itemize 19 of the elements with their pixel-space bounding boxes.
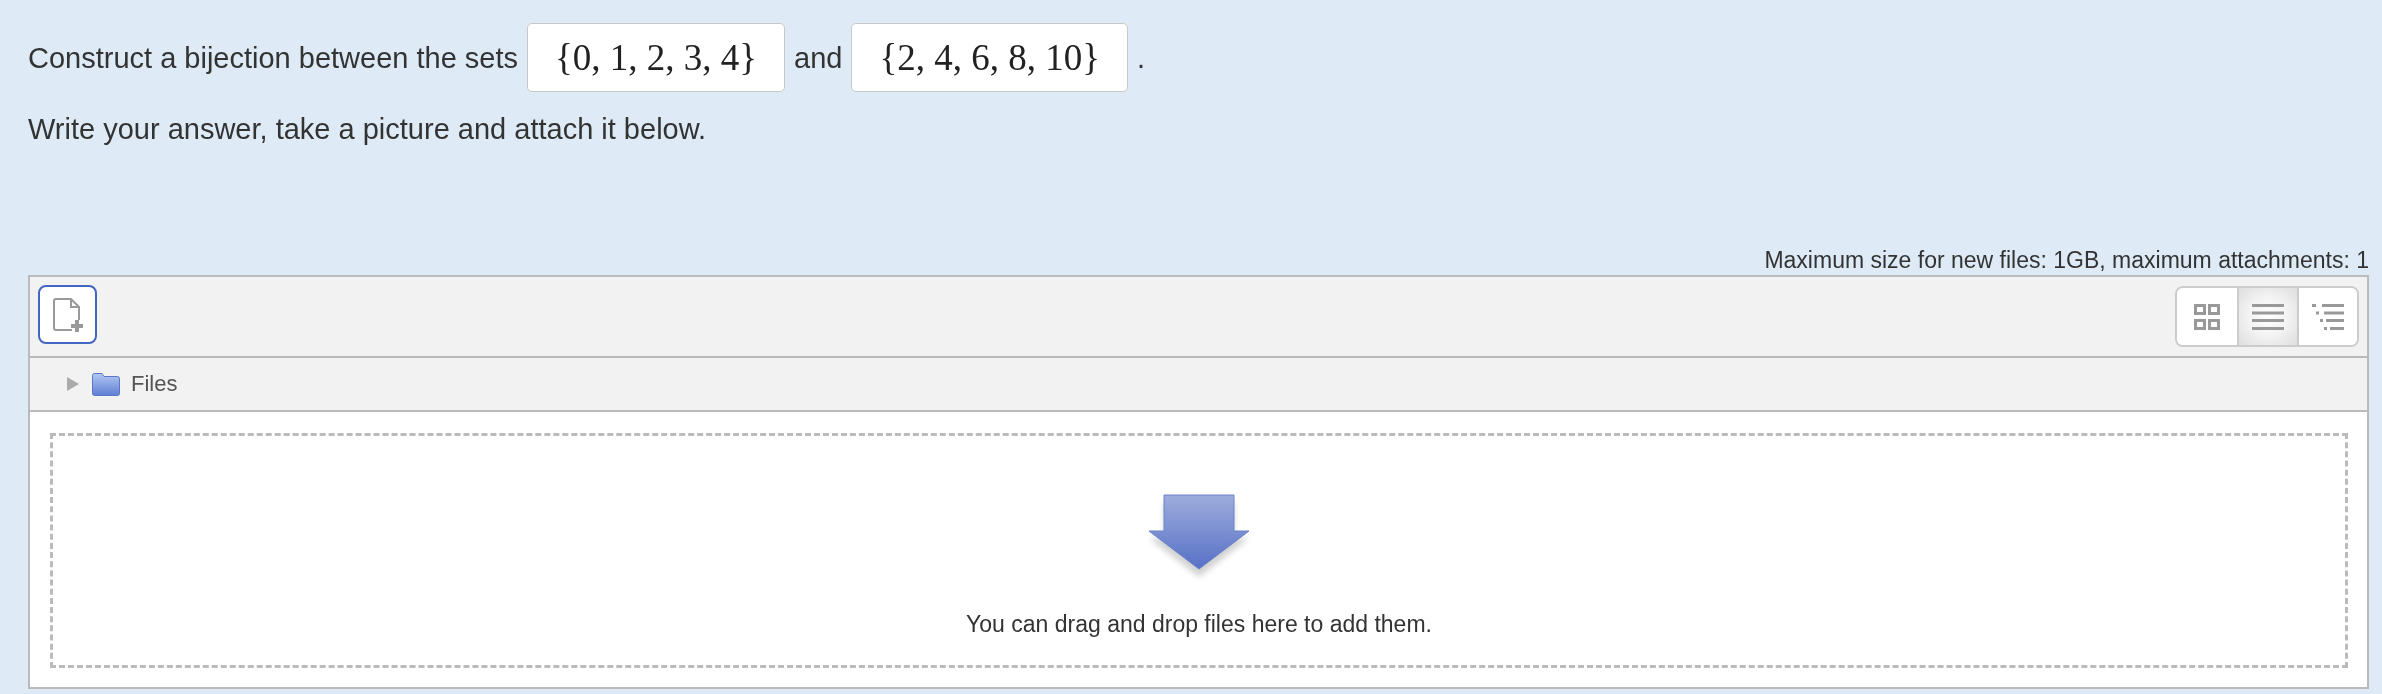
list-view-button[interactable]	[2237, 288, 2297, 345]
question-text: and	[794, 40, 843, 75]
list-icon	[2252, 303, 2284, 330]
tree-view-button[interactable]	[2297, 288, 2357, 345]
add-file-button[interactable]	[38, 285, 97, 344]
drop-hint-text: You can drag and drop files here to add them.	[966, 610, 1432, 639]
math-expression: {2, 4, 6, 8, 10}	[851, 23, 1128, 92]
math-expression: {0, 1, 2, 3, 4}	[527, 23, 786, 92]
file-plus-icon	[52, 297, 83, 332]
question-text: Construct a bijection between the sets	[28, 40, 519, 75]
tree-list-icon	[2312, 303, 2344, 330]
folder-link[interactable]: Files	[131, 371, 178, 397]
upload-limits-text: Maximum size for new files: 1GB, maximum attachments: 1	[1764, 247, 2369, 273]
folder-icon	[92, 372, 120, 396]
drop-zone[interactable]: You can drag and drop files here to add them.	[50, 433, 2348, 668]
grid-icon	[2194, 303, 2220, 330]
question-text: .	[1137, 40, 1146, 75]
instruction-text: Write your answer, take a picture and attach it below.	[28, 112, 707, 146]
expand-triangle-icon[interactable]	[67, 377, 79, 391]
